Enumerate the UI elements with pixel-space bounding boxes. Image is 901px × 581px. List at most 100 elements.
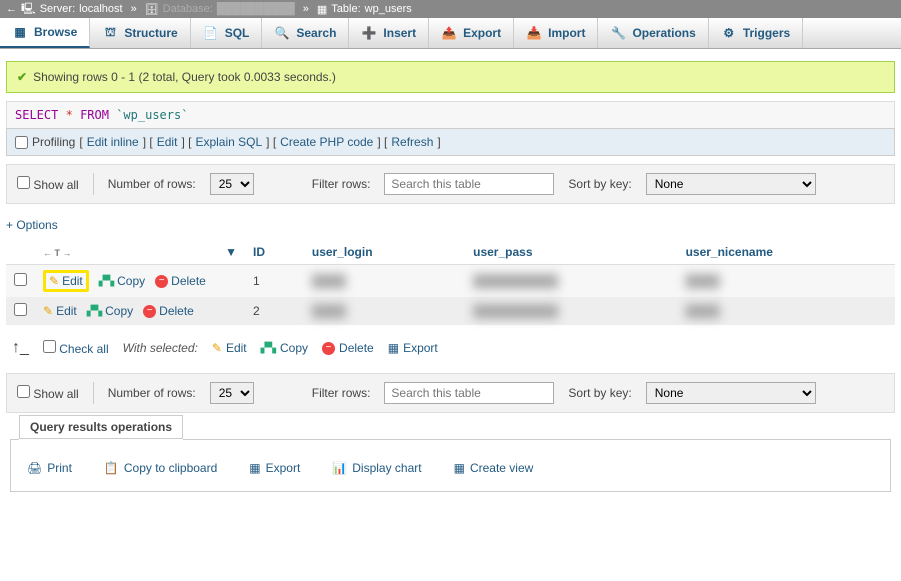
check-icon: ✔ — [17, 70, 27, 84]
table-icon: ▦ — [317, 3, 327, 16]
sort-arrows-icon: ← T → — [43, 248, 72, 258]
tab-browse[interactable]: ▦ Browse — [0, 18, 90, 48]
show-all-group[interactable]: Show all — [17, 385, 79, 401]
num-rows-select[interactable]: 25 — [210, 173, 254, 195]
filter-rows-input[interactable] — [384, 173, 554, 195]
copy-icon: ▞▚ — [99, 276, 114, 287]
column-header-user-pass[interactable]: user_pass — [465, 240, 677, 265]
server-value: localhost — [79, 3, 122, 15]
database-icon: 🗄 — [145, 3, 159, 16]
results-toolbar-bottom: Show all Number of rows: 25 Filter rows:… — [6, 373, 895, 413]
sort-key-select[interactable]: None — [646, 173, 816, 195]
explain-sql-link[interactable]: Explain SQL — [195, 135, 262, 149]
wrench-icon: 🔧 — [610, 25, 626, 41]
column-header-user-nicename[interactable]: user_nicename — [678, 240, 895, 265]
toolbar-separator — [93, 173, 94, 195]
refresh-link[interactable]: Refresh — [391, 135, 433, 149]
with-selected-label: With selected: — [123, 341, 198, 355]
bulk-export-link[interactable]: ▦Export — [388, 341, 438, 355]
check-all-checkbox[interactable] — [43, 340, 56, 353]
edit-query-link[interactable]: Edit — [157, 135, 178, 149]
tab-search[interactable]: 🔍Search — [262, 18, 349, 48]
sql-table-name: `wp_users` — [116, 108, 188, 122]
row-checkbox[interactable] — [14, 273, 27, 286]
tab-sql[interactable]: 📄 SQL — [191, 18, 263, 48]
row-copy-link[interactable]: ▞▚Copy — [87, 304, 133, 318]
sort-key-label: Sort by key: — [568, 386, 631, 400]
tab-triggers[interactable]: ⚙Triggers — [709, 18, 803, 48]
tab-export-label: Export — [463, 26, 501, 40]
tab-export[interactable]: 📤 Export — [429, 18, 514, 48]
table-label: Table: — [331, 3, 360, 15]
tab-search-label: Search — [296, 26, 336, 40]
filter-rows-label: Filter rows: — [312, 386, 371, 400]
tab-sql-label: SQL — [225, 26, 250, 40]
print-link[interactable]: 🖨Print — [27, 461, 72, 475]
delete-icon: − — [322, 342, 335, 355]
show-all-checkbox[interactable] — [17, 385, 30, 398]
cell-user-nicename: ████ — [678, 265, 895, 298]
column-header-id[interactable]: ID — [245, 240, 304, 265]
sort-controls-header[interactable]: ← T →▼ — [35, 240, 245, 265]
breadcrumb-separator: » — [131, 3, 137, 15]
column-header-user-login[interactable]: user_login — [304, 240, 465, 265]
structure-icon: ⛫ — [102, 25, 118, 41]
arrow-left-icon[interactable]: ← — [6, 3, 17, 15]
export-icon: ▦ — [249, 461, 260, 475]
cell-user-login: ████ — [304, 298, 465, 325]
copy-clipboard-link[interactable]: 📋Copy to clipboard — [104, 461, 217, 475]
check-all-group[interactable]: Check all — [43, 340, 109, 356]
create-view-link[interactable]: ▦Create view — [454, 461, 534, 475]
profiling-checkbox[interactable] — [15, 136, 28, 149]
sort-key-select[interactable]: None — [646, 382, 816, 404]
tab-operations[interactable]: 🔧Operations — [598, 18, 708, 48]
sql-icon: 📄 — [203, 25, 219, 41]
browse-icon: ▦ — [12, 24, 28, 40]
bulk-delete-link[interactable]: −Delete — [322, 341, 374, 355]
breadcrumb-table[interactable]: ▦ Table: wp_users — [317, 3, 412, 16]
tab-browse-label: Browse — [34, 25, 77, 39]
clipboard-icon: 📋 — [104, 461, 119, 475]
show-all-group[interactable]: Show all — [17, 176, 79, 192]
query-results-operations-panel: Query results operations 🖨Print 📋Copy to… — [10, 427, 891, 492]
bulk-edit-link[interactable]: ✎Edit — [212, 341, 247, 355]
filter-rows-label: Filter rows: — [312, 177, 371, 191]
sort-key-label: Sort by key: — [568, 177, 631, 191]
row-copy-link[interactable]: ▞▚Copy — [99, 274, 145, 288]
show-all-checkbox[interactable] — [17, 176, 30, 189]
filter-rows-input[interactable] — [384, 382, 554, 404]
sql-star: * — [66, 108, 73, 122]
breadcrumb-database[interactable]: 🗄 Database: ██████████ — [145, 3, 295, 16]
row-edit-link[interactable]: ✎Edit — [49, 274, 83, 288]
pencil-icon: ✎ — [49, 274, 59, 288]
bulk-copy-link[interactable]: ▞▚Copy — [261, 341, 308, 355]
database-label: Database: — [163, 3, 213, 15]
display-chart-link[interactable]: 📊Display chart — [332, 461, 421, 475]
row-checkbox[interactable] — [14, 303, 27, 316]
database-value: ██████████ — [217, 3, 295, 15]
delete-icon: − — [143, 305, 156, 318]
export-icon: 📤 — [441, 25, 457, 41]
table-value: wp_users — [365, 3, 412, 15]
tab-import[interactable]: 📥Import — [514, 18, 598, 48]
tab-insert[interactable]: ➕Insert — [349, 18, 429, 48]
table-row: ✎Edit ▞▚Copy −Delete 2 ████ ██████████ █… — [6, 298, 895, 325]
create-php-link[interactable]: Create PHP code — [280, 135, 373, 149]
tab-triggers-label: Triggers — [743, 26, 790, 40]
row-delete-link[interactable]: −Delete — [143, 304, 194, 318]
tab-import-label: Import — [548, 26, 585, 40]
query-ops-title: Query results operations — [19, 415, 183, 439]
tab-structure[interactable]: ⛫Structure — [90, 18, 190, 48]
show-all-label: Show all — [33, 387, 78, 401]
breadcrumb-server[interactable]: 🖳 Server: localhost — [21, 0, 123, 19]
check-all-link[interactable]: Check all — [59, 342, 108, 356]
row-delete-link[interactable]: −Delete — [155, 274, 206, 288]
row-edit-link[interactable]: ✎Edit — [43, 304, 77, 318]
export-link[interactable]: ▦Export — [249, 461, 300, 475]
options-toggle-link[interactable]: + Options — [6, 218, 58, 232]
tab-bar: ▦Browse ⛫Structure 📄SQL 🔍Search ➕Insert … — [0, 18, 901, 49]
edit-inline-link[interactable]: Edit inline — [87, 135, 139, 149]
num-rows-select[interactable]: 25 — [210, 382, 254, 404]
breadcrumb: ← 🖳 Server: localhost » 🗄 Database: ████… — [0, 0, 901, 18]
num-rows-label: Number of rows: — [108, 177, 196, 191]
